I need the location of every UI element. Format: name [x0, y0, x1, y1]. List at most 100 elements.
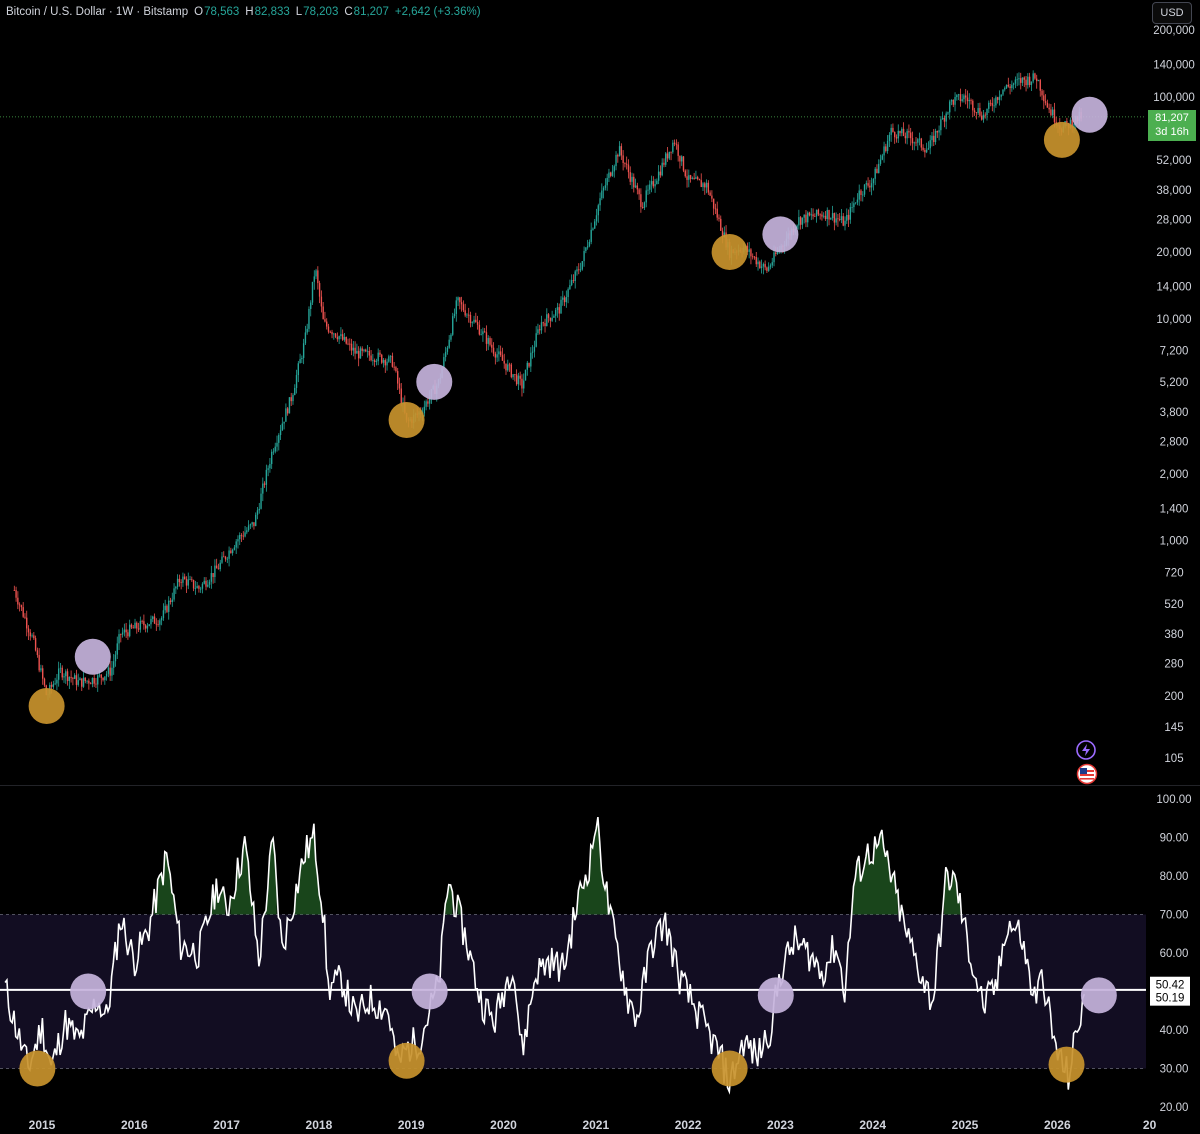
- candle-body: [31, 635, 33, 637]
- candle-body: [356, 350, 358, 354]
- candle-body: [624, 163, 626, 164]
- candle-body: [808, 212, 811, 216]
- time-tick-label: 2023: [767, 1118, 794, 1132]
- candle-body: [326, 321, 328, 327]
- candle-body: [386, 361, 388, 366]
- candle-body: [846, 214, 848, 221]
- candle-body: [810, 214, 812, 216]
- candle-body: [512, 374, 514, 378]
- candle-body: [301, 357, 303, 360]
- candle-body: [773, 252, 775, 263]
- candle-body: [633, 176, 635, 188]
- candle-body: [1048, 107, 1050, 110]
- candle-body: [775, 252, 777, 254]
- candle-body: [290, 397, 292, 402]
- high-marker: [74, 638, 111, 675]
- candle-body: [1018, 78, 1020, 80]
- candle-body: [872, 178, 875, 184]
- candle-body: [478, 324, 481, 335]
- rsi-axis[interactable]: 100.00 90.00 80.00 70.00 60.00 40.00 30.00 20.0…: [1150, 794, 1192, 1114]
- candle-body: [113, 661, 115, 668]
- candle-body: [911, 138, 914, 144]
- candle-body: [720, 218, 722, 231]
- candle-body: [52, 684, 55, 687]
- candle-body: [171, 599, 173, 602]
- candle-body: [253, 522, 255, 527]
- price-tick-label: 100,000: [1153, 92, 1195, 104]
- price-tick-label: 520: [1164, 599, 1183, 611]
- candle-body: [840, 216, 843, 221]
- candle-body: [668, 151, 670, 159]
- candle-body: [705, 182, 708, 188]
- candle-body: [762, 264, 765, 267]
- candle-body: [375, 361, 378, 362]
- candle-body: [585, 247, 587, 251]
- candle-body: [688, 175, 690, 180]
- candle-body: [363, 349, 365, 351]
- candle-body: [752, 256, 754, 258]
- candle-body: [828, 210, 830, 220]
- candle-body: [837, 218, 839, 220]
- us-flag-icon[interactable]: [1076, 763, 1098, 785]
- candle-body: [155, 623, 158, 625]
- candle-body: [807, 212, 809, 223]
- time-tick-label: 2019: [398, 1118, 425, 1132]
- candle-body: [714, 208, 717, 210]
- candle-body: [851, 207, 853, 208]
- candle-body: [263, 483, 266, 485]
- candle-body: [107, 667, 110, 674]
- candle-body: [317, 270, 319, 284]
- candle-body: [528, 362, 530, 367]
- candle-body: [384, 360, 386, 366]
- candle-body: [340, 334, 342, 337]
- candle-body: [77, 680, 79, 685]
- candle-body: [523, 380, 525, 389]
- candle-body: [97, 675, 99, 685]
- candle-body: [42, 668, 44, 679]
- candle-body: [192, 579, 195, 589]
- candle-body: [814, 216, 816, 218]
- candle-body: [906, 131, 908, 139]
- candle-body: [546, 314, 548, 327]
- candle-body: [769, 265, 772, 267]
- candle-body: [116, 643, 118, 655]
- candle-body: [121, 632, 124, 635]
- rsi-band-fill: [0, 914, 1146, 1069]
- lightning-icon[interactable]: [1075, 739, 1097, 761]
- candle-body: [347, 343, 349, 345]
- candle-body: [285, 408, 287, 422]
- time-tick-label: 2016: [121, 1118, 148, 1132]
- candle-body: [876, 168, 878, 174]
- candle-body: [471, 322, 473, 324]
- candle-body: [459, 297, 461, 303]
- time-axis[interactable]: 2015 2016 2017 2018 2019 2020 2021 2022 2023 2024…: [29, 1118, 1157, 1132]
- candle-body: [255, 514, 257, 527]
- candle-body: [936, 130, 939, 133]
- candle-body: [979, 108, 981, 116]
- rsi-value-label: 50.19: [1156, 993, 1185, 1005]
- candle-body: [292, 395, 294, 402]
- rsi-chart[interactable]: 100.00 90.00 80.00 70.00 60.00 40.00 30.00 20.0…: [0, 786, 1200, 1134]
- low-marker: [28, 688, 65, 725]
- candle-body: [860, 190, 862, 195]
- candle-body: [913, 142, 915, 144]
- candle-body: [269, 463, 271, 469]
- candle-body: [996, 97, 999, 100]
- candle-body: [524, 369, 527, 381]
- candle-body: [698, 179, 701, 181]
- candle-body: [499, 351, 502, 356]
- candle-body: [711, 195, 713, 199]
- candle-body: [869, 185, 871, 188]
- candle-body: [492, 347, 495, 354]
- candle-body: [130, 624, 133, 628]
- candle-body: [594, 221, 596, 229]
- price-chart[interactable]: 200,000 140,000 100,000 52,000 38,000 28,000 2…: [0, 0, 1200, 786]
- candle-body: [661, 162, 663, 176]
- candle-body: [558, 307, 560, 314]
- candle-body: [902, 128, 905, 136]
- candle-body: [933, 135, 935, 143]
- candle-body: [696, 177, 699, 180]
- candle-body: [984, 114, 986, 116]
- candle-body: [15, 590, 17, 598]
- candle-body: [182, 576, 184, 583]
